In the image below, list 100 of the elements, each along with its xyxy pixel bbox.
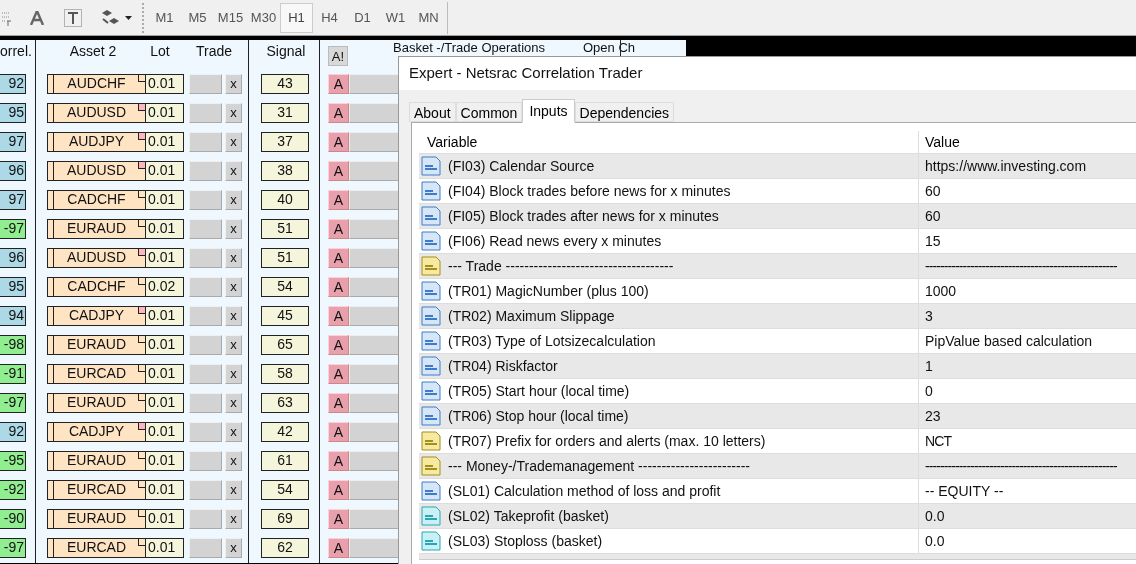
- alert-button[interactable]: A: [328, 218, 349, 239]
- variable-value[interactable]: 0.0: [919, 530, 945, 552]
- tab[interactable]: Inputs: [522, 99, 575, 123]
- variable-value[interactable]: -- EQUITY --: [919, 480, 1004, 502]
- trade-button[interactable]: [189, 508, 222, 529]
- variable-value[interactable]: NCT: [919, 430, 952, 452]
- trade-button[interactable]: [189, 218, 222, 239]
- close-button[interactable]: x: [225, 131, 242, 152]
- column-header[interactable]: Value: [919, 131, 960, 153]
- variable-value[interactable]: https://www.investing.com: [919, 155, 1087, 177]
- column-header[interactable]: Variable: [419, 131, 919, 153]
- alert-button[interactable]: A: [328, 102, 349, 123]
- trade-button[interactable]: [189, 102, 222, 123]
- asset-field[interactable]: CADCHF: [47, 189, 146, 210]
- variable-value[interactable]: 0: [919, 380, 933, 402]
- alert-button[interactable]: A: [328, 363, 349, 384]
- lot-field[interactable]: 0.01: [146, 421, 184, 442]
- alert-all-button[interactable]: A!: [328, 46, 348, 66]
- grid-icon[interactable]: [2, 9, 12, 26]
- close-button[interactable]: x: [225, 189, 242, 210]
- text-label-icon[interactable]: [64, 8, 82, 27]
- timeframe-button[interactable]: M30: [247, 2, 280, 33]
- trade-button[interactable]: [189, 305, 222, 326]
- variable-value[interactable]: PipValue based calculation: [919, 330, 1093, 352]
- alert-button[interactable]: A: [328, 131, 349, 152]
- trade-button[interactable]: [189, 421, 222, 442]
- alert-button[interactable]: A: [328, 160, 349, 181]
- trade-button[interactable]: [189, 160, 222, 181]
- timeframe-button[interactable]: M5: [181, 2, 214, 33]
- asset-field[interactable]: CADCHF: [47, 276, 146, 297]
- close-button[interactable]: x: [225, 276, 242, 297]
- variable-value[interactable]: 1: [919, 355, 933, 377]
- trade-button[interactable]: [189, 247, 222, 268]
- trade-button[interactable]: [189, 363, 222, 384]
- lot-field[interactable]: 0.01: [146, 73, 184, 94]
- asset-field[interactable]: EURAUD: [47, 218, 146, 239]
- trade-button[interactable]: [189, 276, 222, 297]
- lot-field[interactable]: 0.01: [146, 334, 184, 355]
- asset-field[interactable]: AUDJPY: [47, 131, 146, 152]
- lot-field[interactable]: 0.01: [146, 160, 184, 181]
- close-button[interactable]: x: [225, 305, 242, 326]
- close-button[interactable]: x: [225, 537, 242, 558]
- asset-field[interactable]: AUDCHF: [47, 73, 146, 94]
- alert-button[interactable]: A: [328, 305, 349, 326]
- asset-field[interactable]: EURCAD: [47, 363, 146, 384]
- trade-button[interactable]: [189, 450, 222, 471]
- tab[interactable]: Dependencies: [574, 102, 675, 122]
- asset-field[interactable]: EURCAD: [47, 537, 146, 558]
- alert-button[interactable]: A: [328, 479, 349, 500]
- trade-button[interactable]: [189, 73, 222, 94]
- close-button[interactable]: x: [225, 479, 242, 500]
- lot-field[interactable]: 0.02: [146, 276, 184, 297]
- close-button[interactable]: x: [225, 363, 242, 384]
- lot-field[interactable]: 0.01: [146, 189, 184, 210]
- alert-button[interactable]: A: [328, 392, 349, 413]
- timeframe-button[interactable]: H1: [280, 2, 313, 33]
- close-button[interactable]: x: [225, 392, 242, 413]
- lot-field[interactable]: 0.01: [146, 363, 184, 384]
- lot-field[interactable]: 0.01: [146, 392, 184, 413]
- close-button[interactable]: x: [225, 334, 242, 355]
- alert-button[interactable]: A: [328, 276, 349, 297]
- alert-button[interactable]: A: [328, 247, 349, 268]
- trade-button[interactable]: [189, 479, 222, 500]
- timeframe-button[interactable]: M1: [148, 2, 181, 33]
- timeframe-button[interactable]: W1: [379, 2, 412, 33]
- timeframe-button[interactable]: MN: [412, 2, 445, 33]
- asset-field[interactable]: EURAUD: [47, 334, 146, 355]
- lot-field[interactable]: 0.01: [146, 450, 184, 471]
- variable-value[interactable]: 1000: [919, 280, 957, 302]
- asset-field[interactable]: AUDUSD: [47, 160, 146, 181]
- lot-field[interactable]: 0.01: [146, 131, 184, 152]
- close-button[interactable]: x: [225, 421, 242, 442]
- alert-button[interactable]: A: [328, 450, 349, 471]
- alert-button[interactable]: A: [328, 508, 349, 529]
- lot-field[interactable]: 0.01: [146, 218, 184, 239]
- timeframe-button[interactable]: H4: [313, 2, 346, 33]
- trade-button[interactable]: [189, 334, 222, 355]
- alert-button[interactable]: A: [328, 73, 349, 94]
- asset-field[interactable]: EURCAD: [47, 479, 146, 500]
- trade-button[interactable]: [189, 189, 222, 210]
- asset-field[interactable]: AUDUSD: [47, 247, 146, 268]
- tab[interactable]: Common: [455, 102, 523, 122]
- tab[interactable]: About: [409, 102, 456, 122]
- lot-field[interactable]: 0.01: [146, 479, 184, 500]
- close-button[interactable]: x: [225, 218, 242, 239]
- lot-field[interactable]: 0.01: [146, 508, 184, 529]
- variable-value[interactable]: 23: [919, 405, 941, 427]
- lot-field[interactable]: 0.01: [146, 247, 184, 268]
- variable-value[interactable]: ---------------------------------------------------: [919, 455, 1117, 477]
- asset-field[interactable]: EURAUD: [47, 508, 146, 529]
- variable-value[interactable]: 60: [919, 180, 941, 202]
- variable-value[interactable]: 0.0: [919, 505, 945, 527]
- asset-field[interactable]: EURAUD: [47, 392, 146, 413]
- close-button[interactable]: x: [225, 508, 242, 529]
- asset-field[interactable]: CADJPY: [47, 305, 146, 326]
- variable-value[interactable]: 15: [919, 230, 941, 252]
- close-button[interactable]: x: [225, 450, 242, 471]
- asset-field[interactable]: AUDUSD: [47, 102, 146, 123]
- lot-field[interactable]: 0.01: [146, 305, 184, 326]
- close-button[interactable]: x: [225, 73, 242, 94]
